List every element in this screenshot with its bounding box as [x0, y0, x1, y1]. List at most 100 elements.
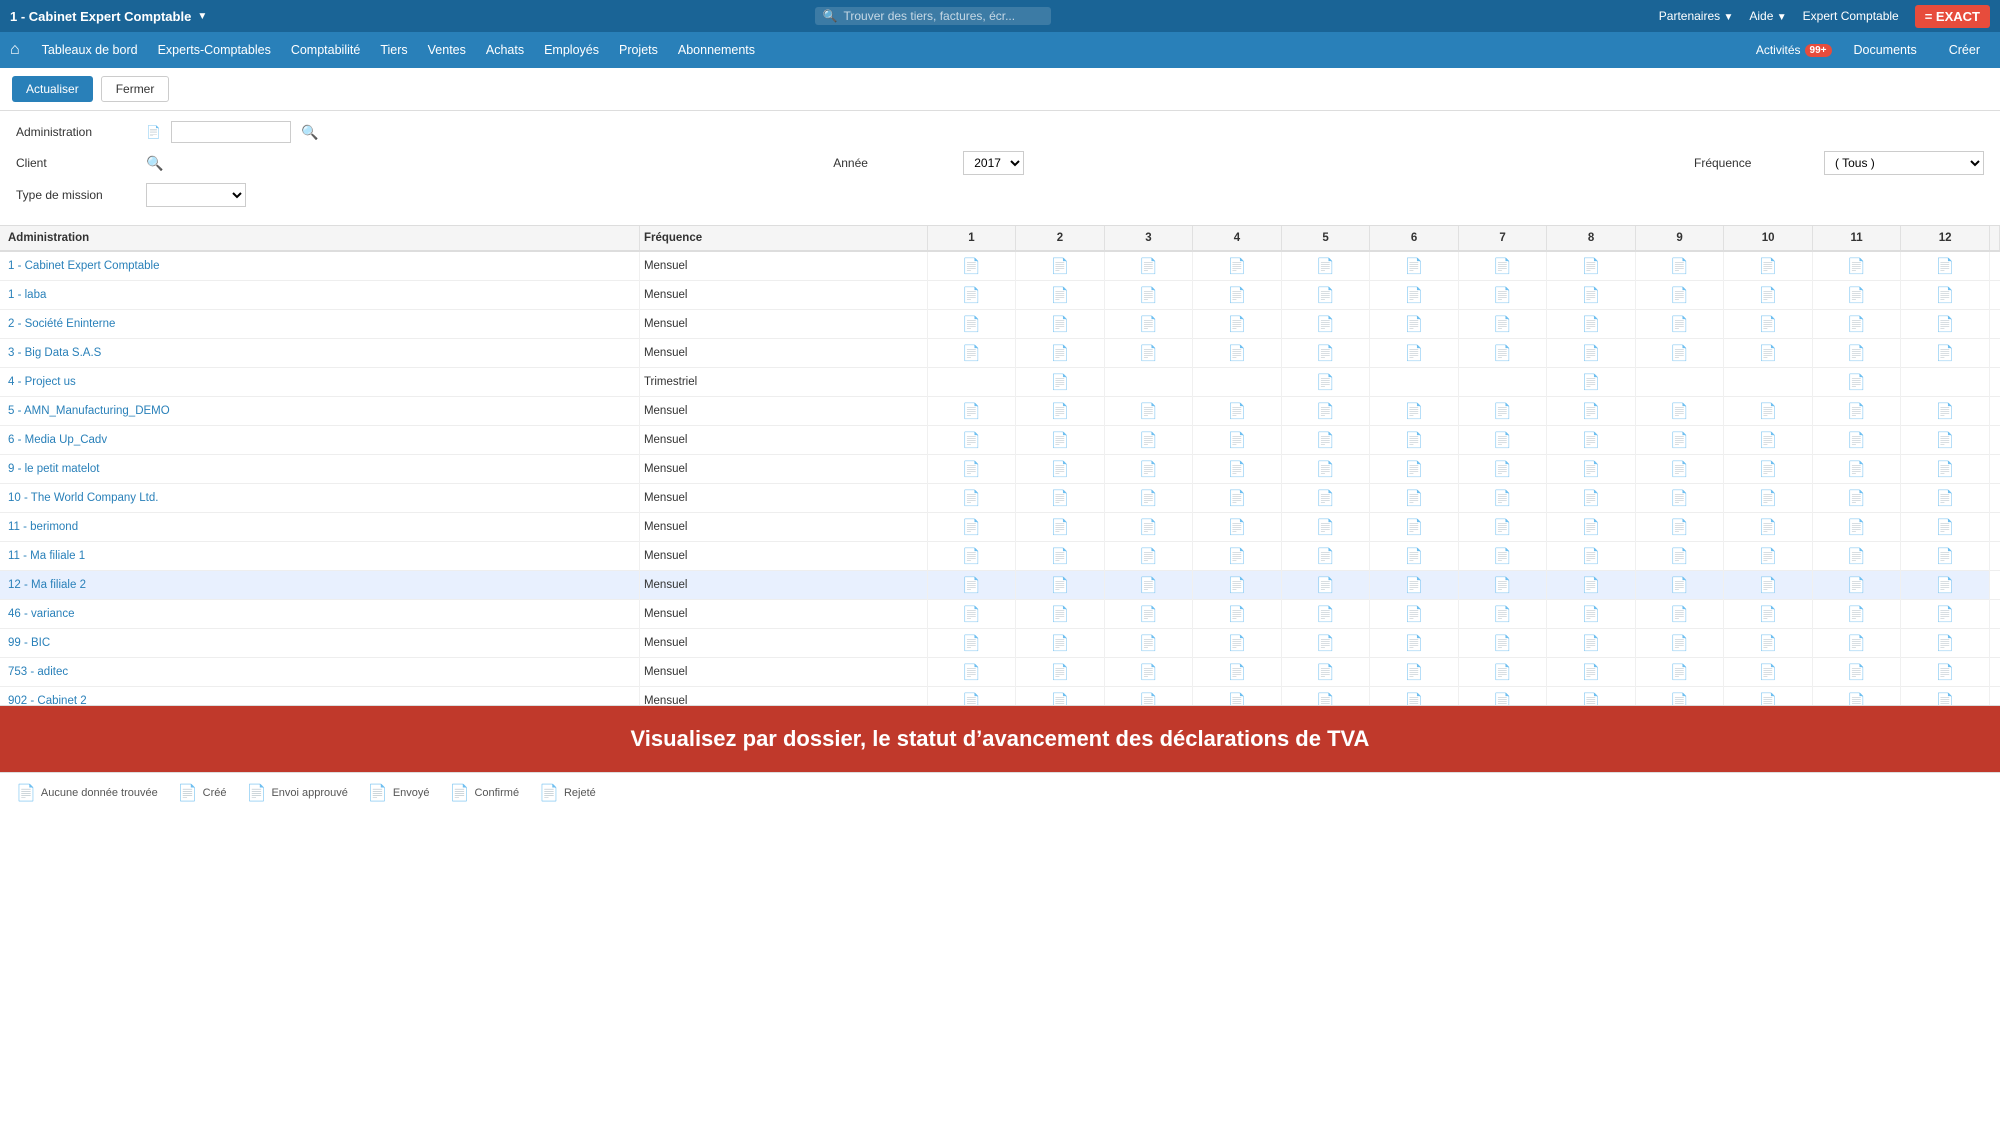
row-month-5[interactable]: 📄 [1281, 251, 1370, 281]
doc-icon[interactable]: 📄 [1405, 606, 1424, 623]
doc-icon[interactable]: 📄 [1139, 287, 1158, 304]
row-month-12[interactable]: 📄 [1901, 629, 1990, 658]
row-month-4[interactable]: 📄 [1193, 397, 1282, 426]
administration-link[interactable]: 2 - Société Eninterne [8, 318, 115, 330]
row-month-7[interactable]: 📄 [1458, 339, 1547, 368]
doc-icon[interactable]: 📄 [1670, 577, 1689, 594]
doc-icon[interactable]: 📄 [1582, 519, 1601, 536]
doc-icon[interactable]: 📄 [1405, 519, 1424, 536]
row-month-11[interactable]: 📄 [1812, 687, 1901, 707]
administration-link[interactable]: 4 - Project us [8, 376, 76, 388]
row-month-12[interactable]: 📄 [1901, 484, 1990, 513]
row-month-3[interactable]: 📄 [1104, 542, 1193, 571]
row-month-12[interactable]: 📄 [1901, 658, 1990, 687]
row-month-10[interactable]: 📄 [1724, 600, 1813, 629]
doc-icon[interactable]: 📄 [1051, 519, 1070, 536]
doc-icon[interactable]: 📄 [1316, 345, 1335, 362]
row-month-11[interactable]: 📄 [1812, 658, 1901, 687]
row-month-10[interactable]: 📄 [1724, 571, 1813, 600]
doc-icon[interactable]: 📄 [1228, 664, 1247, 681]
doc-icon[interactable]: 📄 [1139, 461, 1158, 478]
doc-icon[interactable]: 📄 [1759, 490, 1778, 507]
doc-icon[interactable]: 📄 [1582, 548, 1601, 565]
row-month-6[interactable]: 📄 [1370, 687, 1459, 707]
row-month-4[interactable]: 📄 [1193, 571, 1282, 600]
doc-icon[interactable]: 📄 [1847, 461, 1866, 478]
doc-icon[interactable]: 📄 [1936, 577, 1955, 594]
row-month-6[interactable]: 📄 [1370, 397, 1459, 426]
doc-icon[interactable]: 📄 [1493, 693, 1512, 706]
row-month-9[interactable]: 📄 [1635, 658, 1724, 687]
row-month-8[interactable]: 📄 [1547, 281, 1636, 310]
row-month-5[interactable]: 📄 [1281, 629, 1370, 658]
doc-icon[interactable]: 📄 [962, 606, 981, 623]
row-month-11[interactable]: 📄 [1812, 629, 1901, 658]
row-month-5[interactable]: 📄 [1281, 513, 1370, 542]
doc-icon[interactable]: 📄 [1759, 693, 1778, 706]
row-month-1[interactable]: 📄 [927, 658, 1016, 687]
doc-icon[interactable]: 📄 [1582, 461, 1601, 478]
doc-icon[interactable]: 📄 [962, 519, 981, 536]
row-month-4[interactable]: 📄 [1193, 251, 1282, 281]
doc-icon[interactable]: 📄 [1670, 258, 1689, 275]
doc-icon[interactable]: 📄 [1670, 519, 1689, 536]
doc-icon[interactable]: 📄 [1847, 693, 1866, 706]
doc-icon[interactable]: 📄 [1405, 461, 1424, 478]
doc-icon[interactable]: 📄 [1670, 635, 1689, 652]
doc-icon[interactable]: 📄 [1228, 577, 1247, 594]
doc-icon[interactable]: 📄 [1582, 635, 1601, 652]
row-month-3[interactable]: 📄 [1104, 397, 1193, 426]
doc-icon[interactable]: 📄 [1228, 606, 1247, 623]
doc-icon[interactable]: 📄 [1847, 316, 1866, 333]
row-month-5[interactable]: 📄 [1281, 397, 1370, 426]
row-month-2[interactable]: 📄 [1016, 426, 1105, 455]
doc-icon[interactable]: 📄 [1582, 432, 1601, 449]
doc-icon[interactable]: 📄 [1582, 693, 1601, 706]
row-month-9[interactable]: 📄 [1635, 484, 1724, 513]
doc-icon[interactable]: 📄 [1316, 432, 1335, 449]
row-month-3[interactable]: 📄 [1104, 339, 1193, 368]
row-month-2[interactable]: 📄 [1016, 687, 1105, 707]
doc-icon[interactable]: 📄 [962, 548, 981, 565]
row-month-4[interactable]: 📄 [1193, 310, 1282, 339]
row-month-1[interactable]: 📄 [927, 571, 1016, 600]
doc-icon[interactable]: 📄 [1405, 403, 1424, 420]
doc-icon[interactable]: 📄 [1936, 548, 1955, 565]
doc-icon[interactable]: 📄 [1759, 519, 1778, 536]
row-month-12[interactable]: 📄 [1901, 426, 1990, 455]
row-month-6[interactable]: 📄 [1370, 251, 1459, 281]
doc-icon[interactable]: 📄 [1051, 577, 1070, 594]
row-month-1[interactable]: 📄 [927, 629, 1016, 658]
row-month-10[interactable]: 📄 [1724, 513, 1813, 542]
row-month-8[interactable]: 📄 [1547, 571, 1636, 600]
doc-icon[interactable]: 📄 [1139, 548, 1158, 565]
row-month-9[interactable]: 📄 [1635, 629, 1724, 658]
row-month-8[interactable]: 📄 [1547, 368, 1636, 397]
row-month-6[interactable]: 📄 [1370, 571, 1459, 600]
administration-input[interactable] [171, 121, 291, 143]
doc-icon[interactable]: 📄 [962, 403, 981, 420]
row-month-4[interactable]: 📄 [1193, 629, 1282, 658]
row-month-5[interactable]: 📄 [1281, 600, 1370, 629]
row-month-5[interactable]: 📄 [1281, 571, 1370, 600]
row-month-12[interactable]: 📄 [1901, 542, 1990, 571]
doc-icon[interactable]: 📄 [1051, 316, 1070, 333]
doc-icon[interactable]: 📄 [1139, 432, 1158, 449]
row-month-8[interactable]: 📄 [1547, 310, 1636, 339]
doc-icon[interactable]: 📄 [1759, 606, 1778, 623]
doc-icon[interactable]: 📄 [1139, 490, 1158, 507]
doc-icon[interactable]: 📄 [1493, 403, 1512, 420]
row-month-3[interactable]: 📄 [1104, 426, 1193, 455]
row-month-12[interactable]: 📄 [1901, 513, 1990, 542]
frequence-select[interactable]: ( Tous ) Mensuel Trimestriel [1824, 151, 1984, 175]
doc-icon[interactable]: 📄 [962, 693, 981, 706]
doc-icon[interactable]: 📄 [1759, 403, 1778, 420]
row-month-3[interactable]: 📄 [1104, 310, 1193, 339]
doc-icon[interactable]: 📄 [1228, 432, 1247, 449]
doc-icon[interactable]: 📄 [1316, 519, 1335, 536]
row-month-6[interactable]: 📄 [1370, 513, 1459, 542]
row-month-10[interactable]: 📄 [1724, 455, 1813, 484]
doc-icon[interactable]: 📄 [1493, 461, 1512, 478]
doc-icon[interactable]: 📄 [1847, 635, 1866, 652]
doc-icon[interactable]: 📄 [1139, 258, 1158, 275]
